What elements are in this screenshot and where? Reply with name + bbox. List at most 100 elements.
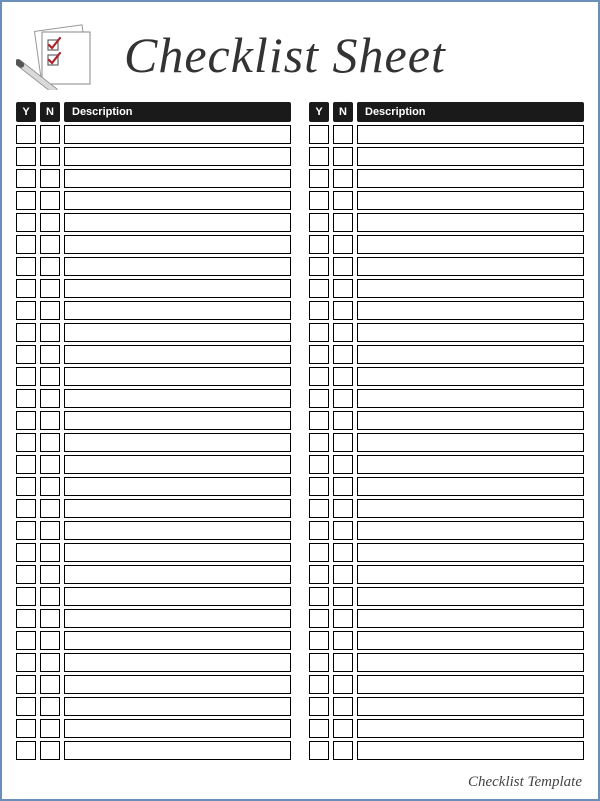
description-field[interactable] [64,279,291,298]
description-field[interactable] [64,675,291,694]
checkbox-yes[interactable] [16,521,36,540]
checkbox-yes[interactable] [309,279,329,298]
checkbox-yes[interactable] [309,235,329,254]
checkbox-no[interactable] [333,719,353,738]
checkbox-yes[interactable] [16,125,36,144]
description-field[interactable] [357,411,584,430]
description-field[interactable] [64,609,291,628]
checkbox-yes[interactable] [309,543,329,562]
checkbox-no[interactable] [40,521,60,540]
checkbox-no[interactable] [333,411,353,430]
checkbox-no[interactable] [333,367,353,386]
description-field[interactable] [357,631,584,650]
description-field[interactable] [64,367,291,386]
description-field[interactable] [357,741,584,760]
checkbox-no[interactable] [333,587,353,606]
checkbox-no[interactable] [333,191,353,210]
description-field[interactable] [64,345,291,364]
description-field[interactable] [357,191,584,210]
checkbox-yes[interactable] [16,301,36,320]
description-field[interactable] [357,279,584,298]
checkbox-no[interactable] [333,301,353,320]
description-field[interactable] [357,433,584,452]
checkbox-no[interactable] [40,719,60,738]
description-field[interactable] [64,257,291,276]
description-field[interactable] [357,543,584,562]
checkbox-no[interactable] [333,345,353,364]
checkbox-no[interactable] [40,477,60,496]
checkbox-no[interactable] [40,455,60,474]
checkbox-yes[interactable] [16,499,36,518]
checkbox-yes[interactable] [309,389,329,408]
description-field[interactable] [357,653,584,672]
checkbox-no[interactable] [40,543,60,562]
checkbox-yes[interactable] [309,301,329,320]
checkbox-no[interactable] [40,631,60,650]
description-field[interactable] [357,213,584,232]
description-field[interactable] [357,521,584,540]
checkbox-no[interactable] [40,411,60,430]
checkbox-no[interactable] [333,653,353,672]
checkbox-yes[interactable] [309,521,329,540]
description-field[interactable] [64,631,291,650]
description-field[interactable] [64,169,291,188]
checkbox-no[interactable] [333,477,353,496]
checkbox-yes[interactable] [16,719,36,738]
checkbox-yes[interactable] [16,213,36,232]
description-field[interactable] [64,411,291,430]
checkbox-no[interactable] [40,609,60,628]
checkbox-yes[interactable] [16,147,36,166]
checkbox-yes[interactable] [16,609,36,628]
description-field[interactable] [64,235,291,254]
checkbox-yes[interactable] [16,433,36,452]
checkbox-no[interactable] [40,191,60,210]
description-field[interactable] [357,235,584,254]
description-field[interactable] [357,147,584,166]
checkbox-yes[interactable] [309,125,329,144]
checkbox-no[interactable] [40,301,60,320]
description-field[interactable] [64,499,291,518]
checkbox-no[interactable] [40,147,60,166]
description-field[interactable] [357,257,584,276]
description-field[interactable] [64,125,291,144]
checkbox-no[interactable] [40,675,60,694]
checkbox-no[interactable] [333,499,353,518]
checkbox-yes[interactable] [16,587,36,606]
checkbox-no[interactable] [333,235,353,254]
checkbox-yes[interactable] [309,719,329,738]
checkbox-yes[interactable] [309,323,329,342]
checkbox-no[interactable] [40,565,60,584]
checkbox-yes[interactable] [16,235,36,254]
checkbox-yes[interactable] [16,191,36,210]
description-field[interactable] [357,301,584,320]
description-field[interactable] [64,191,291,210]
checkbox-no[interactable] [333,213,353,232]
checkbox-yes[interactable] [309,653,329,672]
checkbox-no[interactable] [40,235,60,254]
checkbox-no[interactable] [333,169,353,188]
checkbox-no[interactable] [333,675,353,694]
checkbox-no[interactable] [40,323,60,342]
description-field[interactable] [64,477,291,496]
description-field[interactable] [64,741,291,760]
checkbox-yes[interactable] [16,345,36,364]
description-field[interactable] [64,543,291,562]
description-field[interactable] [64,147,291,166]
checkbox-no[interactable] [333,521,353,540]
description-field[interactable] [357,169,584,188]
checkbox-no[interactable] [333,565,353,584]
checkbox-yes[interactable] [16,477,36,496]
checkbox-yes[interactable] [16,653,36,672]
description-field[interactable] [357,697,584,716]
checkbox-no[interactable] [333,125,353,144]
checkbox-no[interactable] [333,323,353,342]
checkbox-yes[interactable] [309,565,329,584]
checkbox-yes[interactable] [309,191,329,210]
checkbox-yes[interactable] [309,257,329,276]
checkbox-yes[interactable] [309,169,329,188]
checkbox-yes[interactable] [309,455,329,474]
description-field[interactable] [64,455,291,474]
checkbox-yes[interactable] [309,345,329,364]
description-field[interactable] [64,587,291,606]
checkbox-no[interactable] [333,433,353,452]
